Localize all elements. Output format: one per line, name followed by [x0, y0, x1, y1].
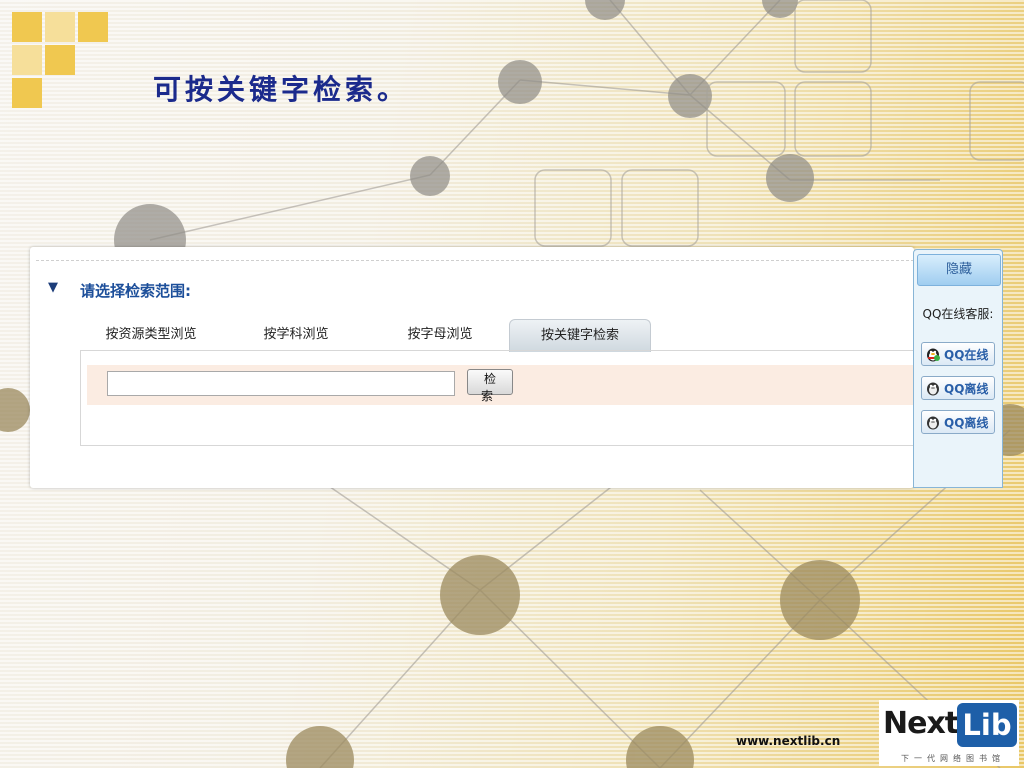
qq-offline-button-2[interactable]: QQ离线	[921, 410, 995, 434]
tab-keyword-search[interactable]: 按关键字检索	[509, 319, 651, 352]
nextlib-logo: Next Lib 下一代网络图书馆	[879, 700, 1019, 766]
qq-offline-button-1[interactable]: QQ离线	[921, 376, 995, 400]
qq-offline-label-2: QQ离线	[944, 416, 989, 430]
qq-penguin-icon	[927, 416, 939, 430]
qq-penguin-online-icon	[927, 348, 940, 362]
search-button[interactable]: 检 索	[467, 369, 513, 403]
logo-lib-text: Lib	[957, 703, 1017, 747]
tab-resource-type[interactable]: 按资源类型浏览	[80, 319, 222, 351]
qq-online-label: QQ在线	[944, 348, 989, 362]
scope-label: 请选择检索范围:	[80, 282, 191, 300]
slide-title: 可按关键字检索。	[153, 73, 410, 106]
qq-service-title: QQ在线客服:	[922, 307, 994, 321]
hide-button[interactable]: 隐藏	[917, 254, 1001, 286]
site-url: www.nextlib.cn	[736, 734, 841, 748]
tab-content: 检 索	[80, 350, 915, 446]
qq-service-widget: 隐藏 QQ在线客服: QQ在线 QQ离线 QQ离线	[913, 249, 1003, 488]
qq-penguin-icon	[927, 382, 939, 396]
tab-alphabet[interactable]: 按字母浏览	[392, 319, 488, 351]
search-row: 检 索	[87, 365, 915, 405]
logo-subtitle: 下一代网络图书馆	[901, 754, 1005, 763]
dashed-divider	[36, 260, 914, 261]
keyword-search-input[interactable]	[107, 371, 455, 396]
logo-next-text: Next	[883, 706, 959, 741]
qq-online-button[interactable]: QQ在线	[921, 342, 995, 366]
search-panel: ▼ 请选择检索范围: 按资源类型浏览 按学科浏览 按字母浏览 按关键字检索 检 …	[30, 247, 915, 488]
browse-tabs: 按资源类型浏览 按学科浏览 按字母浏览 按关键字检索	[80, 319, 914, 352]
qq-offline-label-1: QQ离线	[944, 382, 989, 396]
triangle-down-icon: ▼	[48, 280, 58, 295]
tab-subject[interactable]: 按学科浏览	[248, 319, 344, 351]
